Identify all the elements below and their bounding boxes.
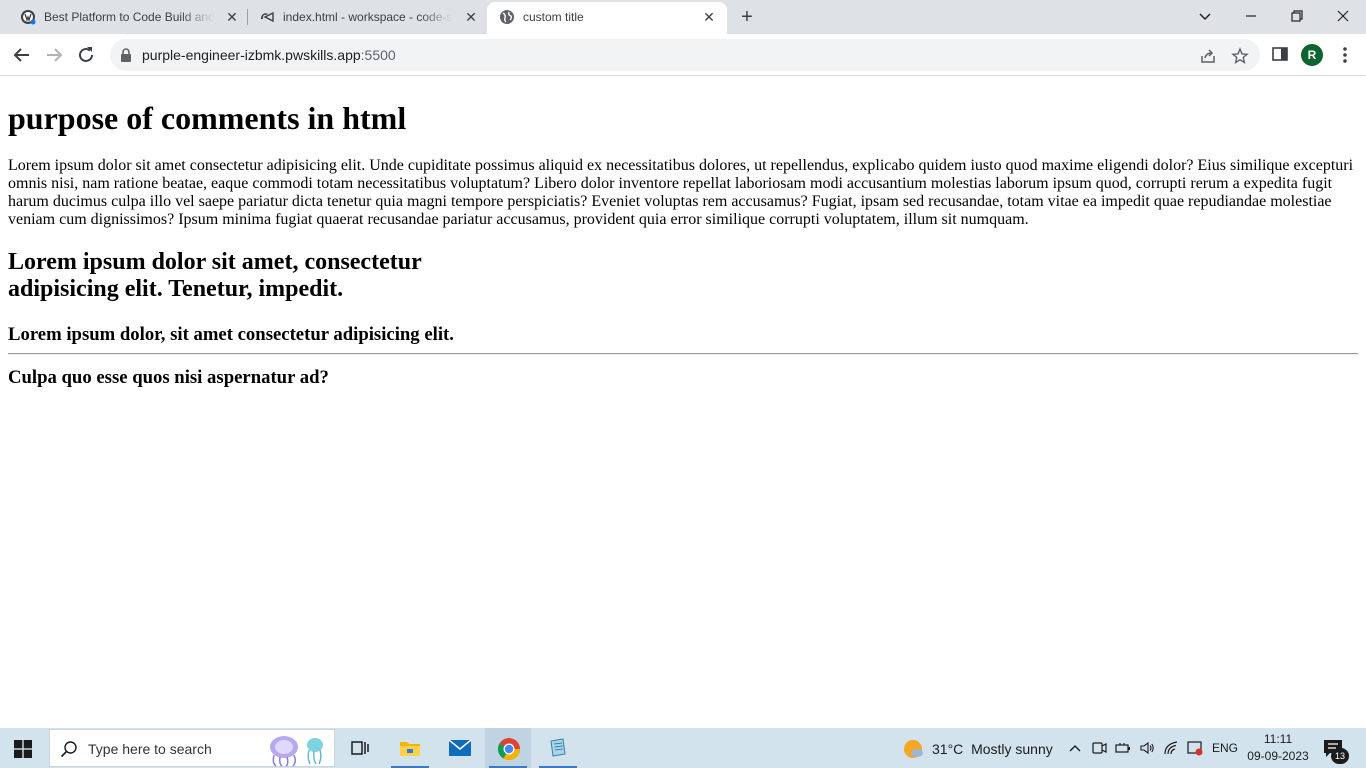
jellyfish-highlight-icon [270, 736, 323, 767]
system-clock[interactable]: 11:11 09-09-2023 [1246, 731, 1310, 765]
close-tab-icon[interactable]: ✕ [701, 9, 717, 25]
mail-icon [449, 739, 471, 756]
meet-now-icon[interactable] [1091, 740, 1107, 756]
weather-temp: 31°C [932, 741, 964, 757]
chevron-up-icon[interactable] [1067, 740, 1083, 756]
notepad-button[interactable] [535, 728, 581, 768]
windows-taskbar: Type here to search 31°C Mostly sunny EN… [0, 728, 1366, 768]
file-explorer-button[interactable] [387, 728, 433, 768]
task-view-icon [351, 741, 369, 755]
clock-date: 09-09-2023 [1247, 749, 1309, 763]
forward-arrow-icon[interactable] [43, 44, 65, 66]
chrome-button[interactable] [485, 728, 531, 768]
tab-strip: Best Platform to Code Build and Deploy ✕… [0, 0, 1366, 36]
horizontal-rule [8, 353, 1358, 355]
page-subheading: Lorem ipsum dolor sit amet, consectetur … [8, 249, 422, 302]
page-heading-3: Lorem ipsum dolor, sit amet consectetur … [8, 324, 454, 345]
lock-icon[interactable] [120, 48, 132, 62]
task-view-button[interactable] [337, 728, 383, 768]
tab-title: index.html - workspace - code-server [283, 10, 453, 24]
reload-icon[interactable] [75, 44, 97, 66]
url-host: purple-engineer-izbmk.pwskills.app [142, 47, 361, 63]
profile-avatar[interactable]: R [1301, 44, 1323, 66]
page-viewport: purpose of comments in html Lorem ipsum … [0, 77, 1366, 728]
browser-toolbar: purple-engineer-izbmk.pwskills.app:5500 … [0, 34, 1366, 76]
battery-plug-icon[interactable] [1115, 740, 1131, 756]
tab-title: Best Platform to Code Build and Deploy [44, 10, 214, 24]
notification-badge: 13 [1331, 748, 1349, 764]
close-window-icon[interactable] [1332, 5, 1354, 27]
close-tab-icon[interactable]: ✕ [224, 9, 240, 25]
address-bar[interactable]: purple-engineer-izbmk.pwskills.app:5500 [110, 39, 1260, 71]
url-text[interactable]: purple-engineer-izbmk.pwskills.app:5500 [142, 47, 396, 63]
side-panel-icon[interactable] [1271, 45, 1289, 63]
clock-time: 11:11 [1263, 732, 1293, 746]
code-server-icon [261, 11, 274, 23]
taskbar-search[interactable]: Type here to search [49, 729, 335, 767]
search-placeholder: Type here to search [88, 741, 212, 757]
page-heading-4: Culpa quo esse quos nisi aspernatur ad? [8, 367, 329, 388]
chrome-icon [498, 738, 520, 760]
security-alert-icon[interactable] [1187, 740, 1203, 756]
mail-button[interactable] [437, 728, 483, 768]
tab-search-icon[interactable] [1194, 5, 1216, 27]
tab-pwskills[interactable]: Best Platform to Code Build and Deploy ✕ [8, 0, 248, 34]
input-language[interactable]: ENG [1212, 741, 1238, 755]
volume-icon[interactable] [1139, 740, 1155, 756]
lorem-paragraph: Lorem ipsum dolor sit amet consectetur a… [8, 157, 1354, 228]
weather-desc: Mostly sunny [971, 741, 1053, 757]
menu-kebab-icon[interactable] [1338, 45, 1352, 65]
tab-custom-title[interactable]: custom title ✕ [487, 2, 727, 36]
page-heading: purpose of comments in html [8, 100, 407, 136]
share-icon[interactable] [1199, 47, 1217, 65]
back-arrow-icon[interactable] [11, 44, 33, 66]
restore-icon[interactable] [1286, 5, 1308, 27]
windows-start-icon[interactable] [14, 740, 32, 758]
wifi-icon[interactable] [1163, 740, 1179, 756]
bookmark-star-icon[interactable] [1231, 47, 1249, 65]
tab-title: custom title [523, 10, 584, 24]
minimize-icon[interactable] [1240, 5, 1262, 27]
close-tab-icon[interactable]: ✕ [463, 9, 479, 25]
wordpress-icon [21, 10, 36, 25]
new-tab-button[interactable]: + [737, 7, 757, 27]
tab-code-server[interactable]: index.html - workspace - code-server ✕ [247, 0, 487, 34]
url-port: :5500 [360, 47, 396, 63]
weather-widget[interactable]: 31°C Mostly sunny [932, 741, 1053, 757]
notepad-icon [550, 738, 566, 757]
weather-sun-cloud-icon[interactable] [902, 738, 924, 760]
file-explorer-icon [400, 742, 420, 756]
globe-icon [500, 10, 514, 24]
search-icon [60, 741, 77, 758]
